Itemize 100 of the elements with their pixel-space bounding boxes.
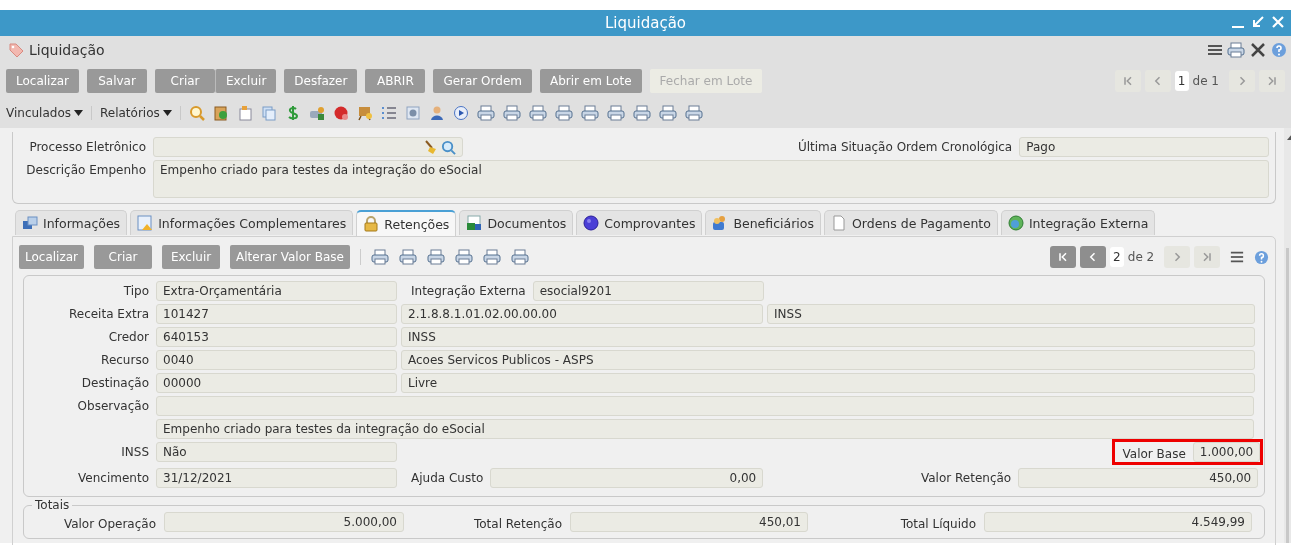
- field-label: Vencimento: [77, 470, 149, 485]
- input-field[interactable]: 0,00: [490, 468, 764, 488]
- printer-icon[interactable]: [511, 249, 529, 265]
- help-icon[interactable]: [1254, 249, 1270, 265]
- input-field[interactable]: Acoes Servicos Publicos - ASPS: [401, 350, 1255, 370]
- field-label: Receita Extra: [67, 306, 149, 321]
- field-label: Tipo: [122, 283, 149, 298]
- spreadsheet-icon: [466, 215, 483, 231]
- record-icon[interactable]: [332, 105, 349, 121]
- field-label: Descrição Empenho: [25, 162, 146, 177]
- input-field[interactable]: [153, 137, 463, 157]
- input-field[interactable]: [156, 396, 1254, 416]
- menu-icon[interactable]: [1230, 250, 1245, 264]
- printer-icon[interactable]: [502, 105, 521, 121]
- section-legend: Totais: [32, 498, 73, 512]
- menu-icon[interactable]: [1207, 42, 1223, 58]
- page-count: de 2: [1127, 250, 1155, 264]
- restore-icon[interactable]: [1251, 15, 1265, 29]
- printer-icon[interactable]: [658, 105, 677, 121]
- page-icon: [830, 215, 847, 231]
- tab[interactable]: Comprovantes: [576, 210, 703, 235]
- circle-icon: [583, 215, 600, 231]
- input-field[interactable]: 00000: [156, 373, 397, 393]
- printer-icon[interactable]: [399, 249, 417, 265]
- tab[interactable]: Beneficiários: [705, 210, 821, 235]
- input-field[interactable]: 450,00: [1018, 468, 1259, 488]
- input-field[interactable]: 5.000,00: [164, 512, 404, 532]
- field-label: Recurso: [100, 352, 149, 367]
- close-icon[interactable]: [1271, 15, 1285, 29]
- input-field[interactable]: Empenho criado para testes da integração do eSocial: [156, 419, 1254, 439]
- printer-icon[interactable]: [476, 105, 495, 121]
- page-number-field[interactable]: 2: [1109, 247, 1124, 267]
- input-field[interactable]: 640153: [156, 327, 397, 347]
- lock-icon: [363, 216, 380, 232]
- dropdown-menu[interactable]: Vinculados: [6, 106, 71, 120]
- printer-icon[interactable]: [427, 249, 445, 265]
- input-field[interactable]: esocial9201: [532, 281, 764, 301]
- printer-icon[interactable]: [483, 249, 501, 265]
- window-title: Liquidação: [604, 14, 687, 32]
- tag-icon: [8, 42, 24, 58]
- input-field[interactable]: 101427: [156, 304, 397, 324]
- input-field[interactable]: 2.1.8.8.1.01.02.00.00.00: [401, 304, 763, 324]
- tab[interactable]: Informações Complementares: [130, 210, 354, 235]
- tab[interactable]: Ordens de Pagamento: [823, 210, 998, 235]
- field-label: Ajuda Custo: [411, 470, 484, 485]
- document-icon[interactable]: [236, 105, 253, 121]
- list-icon[interactable]: [380, 105, 397, 121]
- printer-icon[interactable]: [684, 105, 703, 121]
- field-label: Credor: [107, 329, 149, 344]
- input-field[interactable]: 4.549,99: [984, 512, 1252, 532]
- tab[interactable]: Retenções: [356, 210, 457, 236]
- field-label: Destinação: [80, 375, 149, 390]
- caret-icon[interactable]: [74, 110, 83, 116]
- printer-icon[interactable]: [632, 105, 651, 121]
- input-field[interactable]: 450,01: [570, 512, 808, 532]
- printer-icon[interactable]: [606, 105, 625, 121]
- input-field[interactable]: Livre: [401, 373, 1255, 393]
- input-field[interactable]: 31/12/2021: [156, 468, 397, 488]
- search-icon[interactable]: [188, 105, 205, 121]
- input-field[interactable]: Pago: [1019, 137, 1270, 157]
- skip-arrow-icon: [1056, 251, 1069, 263]
- previous-page-button[interactable]: [1079, 246, 1106, 268]
- input-field[interactable]: Extra-Orçamentária: [156, 281, 397, 301]
- person-icon[interactable]: [428, 105, 445, 121]
- printer-icon[interactable]: [1227, 42, 1245, 58]
- printer-icon[interactable]: [528, 105, 547, 121]
- printer-icon[interactable]: [455, 249, 473, 265]
- field-label: Total Líquido: [899, 515, 976, 531]
- input-field[interactable]: 0040: [156, 350, 397, 370]
- tab[interactable]: Informações: [15, 210, 128, 235]
- scrollbar-thumb[interactable]: [1286, 248, 1289, 543]
- clipboard-icon[interactable]: [212, 105, 229, 121]
- input-field[interactable]: 1.000,00: [1192, 442, 1261, 462]
- input-field[interactable]: Empenho criado para testes da integração do eSocial: [153, 160, 1270, 198]
- help-icon[interactable]: [1271, 42, 1287, 58]
- input-field[interactable]: INSS: [401, 327, 1255, 347]
- page-number-field[interactable]: 1: [1174, 71, 1189, 91]
- field-label: Valor Operação: [62, 515, 156, 531]
- field-label: Total Retenção: [473, 515, 562, 531]
- search-icon[interactable]: [441, 139, 456, 155]
- caret-icon[interactable]: [162, 110, 172, 116]
- copies-icon[interactable]: [260, 105, 277, 121]
- field-label: Observação: [76, 398, 149, 413]
- input-field[interactable]: Não: [156, 442, 397, 462]
- play-icon[interactable]: [452, 105, 469, 121]
- input-field[interactable]: INSS: [767, 304, 1255, 324]
- field-label: Valor Base: [1122, 445, 1186, 461]
- field-label: Última Situação Ordem Cronológica: [797, 138, 1013, 154]
- field-label: Processo Eletrônico: [28, 139, 146, 154]
- first-page-button[interactable]: [1049, 246, 1076, 268]
- dropdown-menu[interactable]: Relatórios: [100, 106, 160, 120]
- tab[interactable]: Integração Externa: [1000, 210, 1156, 235]
- field-label: Valor Retenção: [920, 470, 1012, 485]
- windows-icon: [22, 215, 38, 231]
- easel-icon[interactable]: [356, 105, 373, 121]
- printer-icon[interactable]: [554, 105, 573, 121]
- broom-icon[interactable]: [423, 139, 439, 155]
- printer-icon[interactable]: [371, 249, 389, 265]
- tab[interactable]: Documentos: [459, 210, 574, 235]
- printer-icon[interactable]: [580, 105, 599, 121]
